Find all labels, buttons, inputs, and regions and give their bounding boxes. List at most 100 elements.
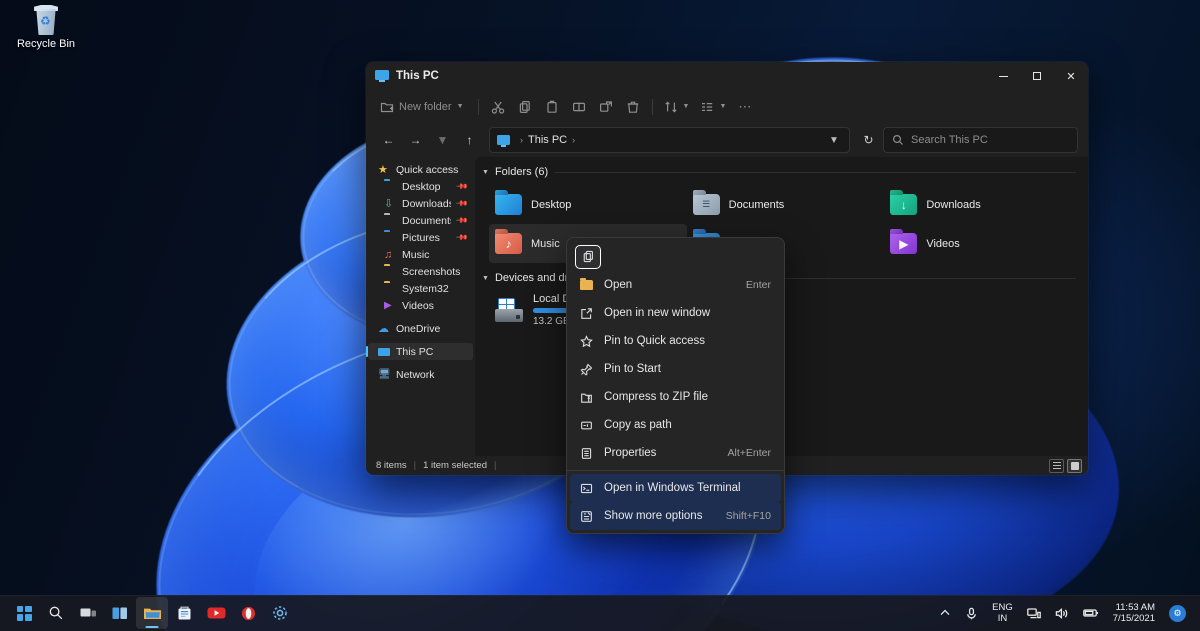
folder-item-videos[interactable]: ▶ Videos xyxy=(884,224,1082,263)
sidebar-item-pictures[interactable]: Pictures 📌 xyxy=(368,229,473,246)
address-bar[interactable]: › This PC › ▼ xyxy=(489,127,850,153)
sidebar-item-label: OneDrive xyxy=(396,322,441,335)
sidebar-item-downloads[interactable]: ⇩ Downloads 📌 xyxy=(368,195,473,212)
hard-drive-icon xyxy=(495,298,523,322)
context-menu-label: Open xyxy=(604,279,633,291)
sidebar-item-quick-access[interactable]: ★ Quick access xyxy=(368,161,473,178)
chevron-down-icon[interactable]: ▼ xyxy=(482,275,489,282)
cut-button[interactable] xyxy=(485,94,511,120)
show-hidden-icons-button[interactable] xyxy=(933,599,957,627)
pin-icon[interactable]: 📌 xyxy=(455,214,468,227)
chevron-down-icon[interactable]: ▼ xyxy=(457,103,464,110)
window-titlebar[interactable]: This PC ✕ xyxy=(366,62,1088,90)
delete-button[interactable] xyxy=(620,94,646,120)
details-view-toggle[interactable] xyxy=(1049,458,1064,473)
search-placeholder: Search This PC xyxy=(911,134,988,146)
copy-button[interactable] xyxy=(512,94,538,120)
star-icon xyxy=(579,334,594,349)
chevron-down-icon[interactable]: ▼ xyxy=(719,103,726,110)
task-view-button[interactable] xyxy=(72,597,104,629)
youtube-button[interactable] xyxy=(200,597,232,629)
opera-button[interactable] xyxy=(232,597,264,629)
clock-button[interactable]: 11:53 AM 7/15/2021 xyxy=(1107,599,1161,627)
pin-icon[interactable]: 📌 xyxy=(455,197,468,210)
folder-label: Downloads xyxy=(926,198,981,211)
context-menu-item-open-in-windows-terminal[interactable]: Open in Windows Terminal xyxy=(570,474,781,502)
notifications-button[interactable]: ⚙ xyxy=(1163,599,1192,627)
start-button[interactable] xyxy=(8,597,40,629)
sidebar-item-screenshots[interactable]: Screenshots xyxy=(368,263,473,280)
up-button[interactable]: ↑ xyxy=(457,128,482,153)
folder-icon xyxy=(143,608,161,619)
chevron-down-icon[interactable]: ▼ xyxy=(683,103,690,110)
folder-item-downloads[interactable]: ↓ Downloads xyxy=(884,185,1082,224)
sidebar-item-system32[interactable]: System32 xyxy=(368,280,473,297)
context-menu-item-pin-to-start[interactable]: Pin to Start xyxy=(570,355,781,383)
folder-item-documents[interactable]: ☰ Documents xyxy=(687,185,885,224)
sidebar-item-desktop[interactable]: Desktop 📌 xyxy=(368,178,473,195)
sidebar-item-videos[interactable]: ▶ Videos xyxy=(368,297,473,314)
language-button[interactable]: ENG IN xyxy=(986,599,1019,627)
microphone-button[interactable] xyxy=(959,599,984,627)
sidebar-item-music[interactable]: ♫ Music xyxy=(368,246,473,263)
context-menu-item-show-more-options[interactable]: Show more options Shift+F10 xyxy=(570,502,781,530)
folder-label: Documents xyxy=(728,198,785,211)
context-menu-item-compress-to-zip[interactable]: Compress to ZIP file xyxy=(570,383,781,411)
settings-button[interactable] xyxy=(264,597,296,629)
documents-folder-icon xyxy=(384,215,396,227)
download-arrow-glyph: ↓ xyxy=(900,197,907,212)
toolbar-separator xyxy=(651,98,653,115)
sidebar-item-this-pc[interactable]: This PC xyxy=(366,343,473,360)
address-dropdown-button[interactable]: ▼ xyxy=(823,129,845,151)
context-menu-item-pin-to-quick-access[interactable]: Pin to Quick access xyxy=(570,327,781,355)
sort-button[interactable]: ▼ xyxy=(659,94,695,120)
sidebar-item-network[interactable]: 🖥 Network xyxy=(368,366,473,383)
folder-label: Desktop xyxy=(531,198,572,211)
folder-icon xyxy=(384,283,396,295)
maximize-button[interactable] xyxy=(1020,62,1054,90)
status-items-count: 8 items xyxy=(376,460,407,471)
folders-group-header[interactable]: ▼ Folders (6) xyxy=(475,161,1088,183)
rename-button[interactable] xyxy=(566,94,592,120)
sidebar-item-documents[interactable]: Documents 📌 xyxy=(368,212,473,229)
close-button[interactable]: ✕ xyxy=(1054,62,1088,90)
minimize-button[interactable] xyxy=(986,62,1020,90)
copy-action-button[interactable] xyxy=(575,244,601,269)
language-line2: IN xyxy=(997,613,1008,624)
desktop-folder-icon xyxy=(495,194,522,215)
windows-start-icon xyxy=(16,605,32,621)
breadcrumb-item[interactable]: This PC xyxy=(528,134,567,146)
microsoft-store-button[interactable] xyxy=(168,597,200,629)
sidebar-item-label: System32 xyxy=(402,282,449,295)
context-menu-item-copy-as-path[interactable]: Copy as path xyxy=(570,411,781,439)
share-button[interactable] xyxy=(593,94,619,120)
chevron-down-icon[interactable]: ▼ xyxy=(482,169,489,176)
forward-button[interactable]: → xyxy=(403,128,428,153)
recent-locations-button[interactable]: ▼ xyxy=(430,128,455,153)
context-menu-item-open[interactable]: Open Enter xyxy=(570,271,781,299)
widgets-button[interactable] xyxy=(104,597,136,629)
sidebar-item-onedrive[interactable]: ☁ OneDrive xyxy=(368,320,473,337)
pin-icon[interactable]: 📌 xyxy=(455,180,468,193)
more-options-button[interactable]: ⋯ xyxy=(732,94,758,120)
search-box[interactable]: Search This PC xyxy=(883,127,1078,153)
search-button[interactable] xyxy=(40,597,72,629)
desktop-icon-recycle-bin[interactable]: ♻ Recycle Bin xyxy=(4,4,88,66)
widgets-icon xyxy=(112,607,127,619)
back-button[interactable]: ← xyxy=(376,128,401,153)
large-icons-view-toggle[interactable] xyxy=(1067,458,1082,473)
view-button[interactable]: ▼ xyxy=(695,94,731,120)
file-explorer-button[interactable] xyxy=(136,597,168,629)
paste-button[interactable] xyxy=(539,94,565,120)
clock-time: 11:53 AM xyxy=(1115,602,1155,613)
search-icon xyxy=(49,606,63,620)
new-folder-button[interactable]: New folder ▼ xyxy=(374,94,472,120)
folder-item-desktop[interactable]: Desktop xyxy=(489,185,687,224)
battery-button[interactable] xyxy=(1077,599,1105,627)
context-menu-item-properties[interactable]: Properties Alt+Enter xyxy=(570,439,781,467)
volume-button[interactable] xyxy=(1049,599,1075,627)
context-menu-item-open-in-new-window[interactable]: Open in new window xyxy=(570,299,781,327)
network-button[interactable] xyxy=(1021,599,1047,627)
pin-icon[interactable]: 📌 xyxy=(455,231,468,244)
refresh-button[interactable]: ↻ xyxy=(856,128,881,153)
